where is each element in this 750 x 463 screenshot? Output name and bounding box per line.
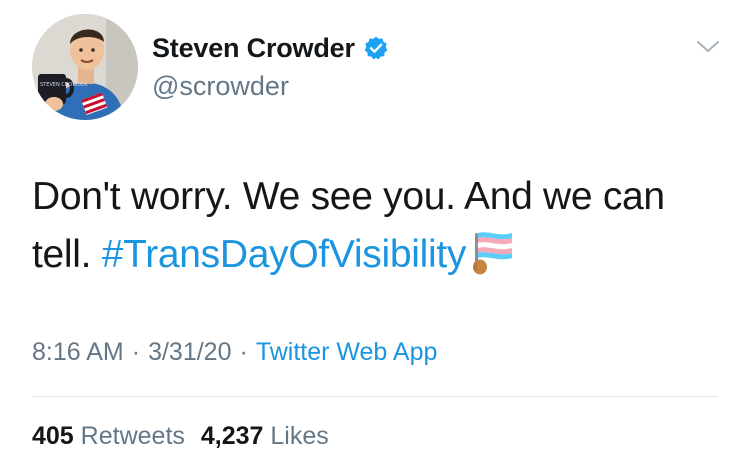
tweet-stats: 405 Retweets 4,237 Likes xyxy=(32,418,345,454)
author-display-name[interactable]: Steven Crowder xyxy=(152,33,355,64)
author-handle[interactable]: @scrowder xyxy=(152,68,389,104)
avatar-image: STEVEN CROWDER xyxy=(32,14,138,120)
tweet-time[interactable]: 8:16 AM xyxy=(32,338,124,366)
divider xyxy=(32,396,718,397)
meta-separator: · xyxy=(239,338,248,366)
tweet-meta: 8:16 AM · 3/31/20 · Twitter Web App xyxy=(32,334,437,370)
avatar[interactable]: STEVEN CROWDER xyxy=(32,14,138,120)
avatar-mug-text: STEVEN CROWDER xyxy=(40,82,88,88)
meta-separator: · xyxy=(131,338,141,366)
hashtag-link[interactable]: #TransDayOfVisibility xyxy=(102,233,467,276)
retweets-stat[interactable]: 405 Retweets xyxy=(32,422,185,450)
author-name-row: Steven Crowder xyxy=(152,28,389,68)
tweet-card: STEVEN CROWDER Steven Crowder @scrowder xyxy=(0,0,750,463)
tweet-source-link[interactable]: Twitter Web App xyxy=(256,338,438,366)
likes-label: Likes xyxy=(270,422,329,450)
chevron-down-icon[interactable] xyxy=(694,36,722,58)
tweet-date[interactable]: 3/31/20 xyxy=(148,338,231,366)
likes-count: 4,237 xyxy=(200,422,264,450)
retweets-label: Retweets xyxy=(80,422,185,450)
retweets-count: 405 xyxy=(32,422,74,450)
author-block: Steven Crowder @scrowder xyxy=(152,28,389,104)
tweet-text: Don't worry. We see you. And we can tell… xyxy=(32,168,732,284)
likes-stat[interactable]: 4,237 Likes xyxy=(201,422,329,450)
transgender-flag-emoji-icon xyxy=(470,227,518,277)
verified-badge-icon xyxy=(363,35,389,61)
